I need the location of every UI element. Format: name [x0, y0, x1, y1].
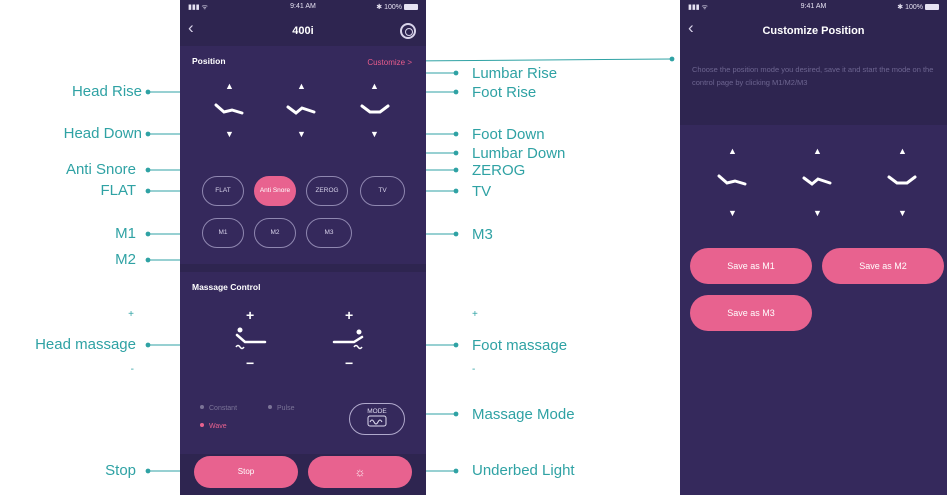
label-plus-right: +: [472, 309, 478, 320]
label-m1: M1: [115, 225, 136, 242]
label-m2: M2: [115, 251, 136, 268]
head-massage-icon: [235, 327, 267, 350]
customize-title: Customize Position: [762, 25, 865, 37]
head-position-icon-2: [717, 174, 747, 186]
lumbar-rise-arrow-icon[interactable]: ▲: [297, 82, 306, 91]
underbed-light-button[interactable]: ☼: [308, 456, 412, 488]
foot-massage-icon: [332, 329, 364, 350]
foot-massage-minus-button[interactable]: −: [345, 356, 353, 370]
label-foot-down: Foot Down: [472, 126, 545, 143]
label-minus-left: -: [130, 364, 134, 375]
battery-level-2: 100%: [905, 4, 923, 11]
mode-pulse[interactable]: Pulse: [268, 405, 295, 412]
label-head-down: Head Down: [63, 125, 142, 142]
label-flat: FLAT: [100, 182, 136, 199]
battery-level: 100%: [384, 4, 402, 11]
label-zerog: ZEROG: [472, 162, 526, 179]
nav-bar: ‹ 400i: [180, 16, 426, 46]
save-as-m3-button[interactable]: Save as M3: [690, 295, 812, 331]
flat-button[interactable]: FLAT: [202, 176, 244, 206]
head-down-arrow-icon-2[interactable]: ▼: [728, 209, 737, 218]
mode-constant[interactable]: Constant: [200, 405, 237, 412]
status-bar: ▮▮▮ ᯤ 9:41 AM ✱ 100%: [180, 0, 426, 14]
m1-button[interactable]: M1: [202, 218, 244, 248]
label-foot-massage: Foot massage: [472, 337, 568, 354]
head-rise-arrow-icon-2[interactable]: ▲: [728, 147, 737, 156]
phone-control-screen: ▮▮▮ ᯤ 9:41 AM ✱ 100% ‹ 400i Position Cus…: [180, 0, 426, 495]
status-bar-2: ▮▮▮ ᯤ 9:41 AM ✱ 100%: [680, 0, 947, 14]
save-as-m1-button[interactable]: Save as M1: [690, 248, 812, 284]
massage-title: Massage Control: [192, 282, 261, 292]
foot-position-icon: [360, 104, 390, 114]
head-massage-plus-button[interactable]: +: [246, 308, 254, 322]
label-head-massage: Head massage: [35, 336, 136, 353]
page-title: 400i: [292, 25, 314, 37]
label-anti-snore: Anti Snore: [65, 161, 136, 178]
lumbar-position-icon-2: [802, 176, 832, 186]
foot-down-arrow-icon-2[interactable]: ▼: [898, 209, 907, 218]
battery-icon-2: ✱ 100%: [897, 3, 939, 11]
foot-down-arrow-icon[interactable]: ▼: [370, 130, 379, 139]
label-m3: M3: [472, 226, 493, 243]
mode-label: MODE: [367, 408, 387, 415]
m2-button[interactable]: M2: [254, 218, 296, 248]
label-head-rise: Head Rise: [71, 83, 142, 100]
label-plus-left: +: [128, 309, 134, 320]
label-tv: TV: [472, 183, 492, 200]
head-down-arrow-icon[interactable]: ▼: [225, 130, 234, 139]
m3-button[interactable]: M3: [306, 218, 352, 248]
head-massage-minus-button[interactable]: −: [246, 356, 254, 370]
lumbar-down-arrow-icon[interactable]: ▼: [297, 130, 306, 139]
anti-snore-button[interactable]: Anti Snore: [254, 176, 296, 206]
label-underbed-light: Underbed Light: [472, 462, 575, 479]
tv-button[interactable]: TV: [360, 176, 405, 206]
foot-position-icon-2: [887, 175, 917, 185]
wave-icon: [367, 415, 387, 427]
mode-constant-label: Constant: [209, 405, 238, 412]
label-foot-rise: Foot Rise: [472, 84, 537, 101]
lumbar-down-arrow-icon-2[interactable]: ▼: [813, 209, 822, 218]
stop-button[interactable]: Stop: [194, 456, 298, 488]
foot-massage-plus-button[interactable]: +: [345, 308, 353, 322]
battery-icon: ✱ 100%: [376, 3, 418, 11]
mode-wave[interactable]: Wave: [200, 423, 227, 430]
mode-pulse-label: Pulse: [277, 405, 295, 412]
zerog-button[interactable]: ZEROG: [306, 176, 348, 206]
customize-panel: ▲ ▲ ▲ ▼ ▼ ▼ Save as M1 Save as M2 Save a…: [680, 125, 947, 495]
lumbar-position-icon: [286, 105, 316, 115]
light-icon: ☼: [354, 465, 366, 479]
mode-wave-label: Wave: [209, 423, 227, 430]
label-lumbar-rise: Lumbar Rise: [472, 65, 558, 82]
customize-link[interactable]: Customize >: [367, 58, 412, 67]
label-minus-right: -: [472, 364, 476, 375]
head-rise-arrow-icon[interactable]: ▲: [225, 82, 234, 91]
lumbar-rise-arrow-icon-2[interactable]: ▲: [813, 147, 822, 156]
position-title: Position: [192, 56, 226, 66]
foot-rise-arrow-icon[interactable]: ▲: [370, 82, 379, 91]
head-position-icon: [214, 103, 244, 115]
label-lumbar-down: Lumbar Down: [472, 145, 566, 162]
position-section: Position Customize > ▲ ▲ ▲ ▼ ▼ ▼ FLAT An…: [180, 46, 426, 264]
label-massage-mode: Massage Mode: [472, 406, 575, 423]
foot-rise-arrow-icon-2[interactable]: ▲: [898, 147, 907, 156]
massage-mode-button[interactable]: MODE: [349, 403, 405, 435]
phone-customize-screen: ▮▮▮ ᯤ 9:41 AM ✱ 100% ‹ Customize Positio…: [680, 0, 947, 495]
customize-description: Choose the position mode you desired, sa…: [692, 65, 934, 87]
settings-icon[interactable]: [400, 23, 416, 39]
save-as-m2-button[interactable]: Save as M2: [822, 248, 944, 284]
nav-bar-2: ‹ Customize Position: [680, 16, 947, 46]
label-stop: Stop: [105, 462, 136, 479]
